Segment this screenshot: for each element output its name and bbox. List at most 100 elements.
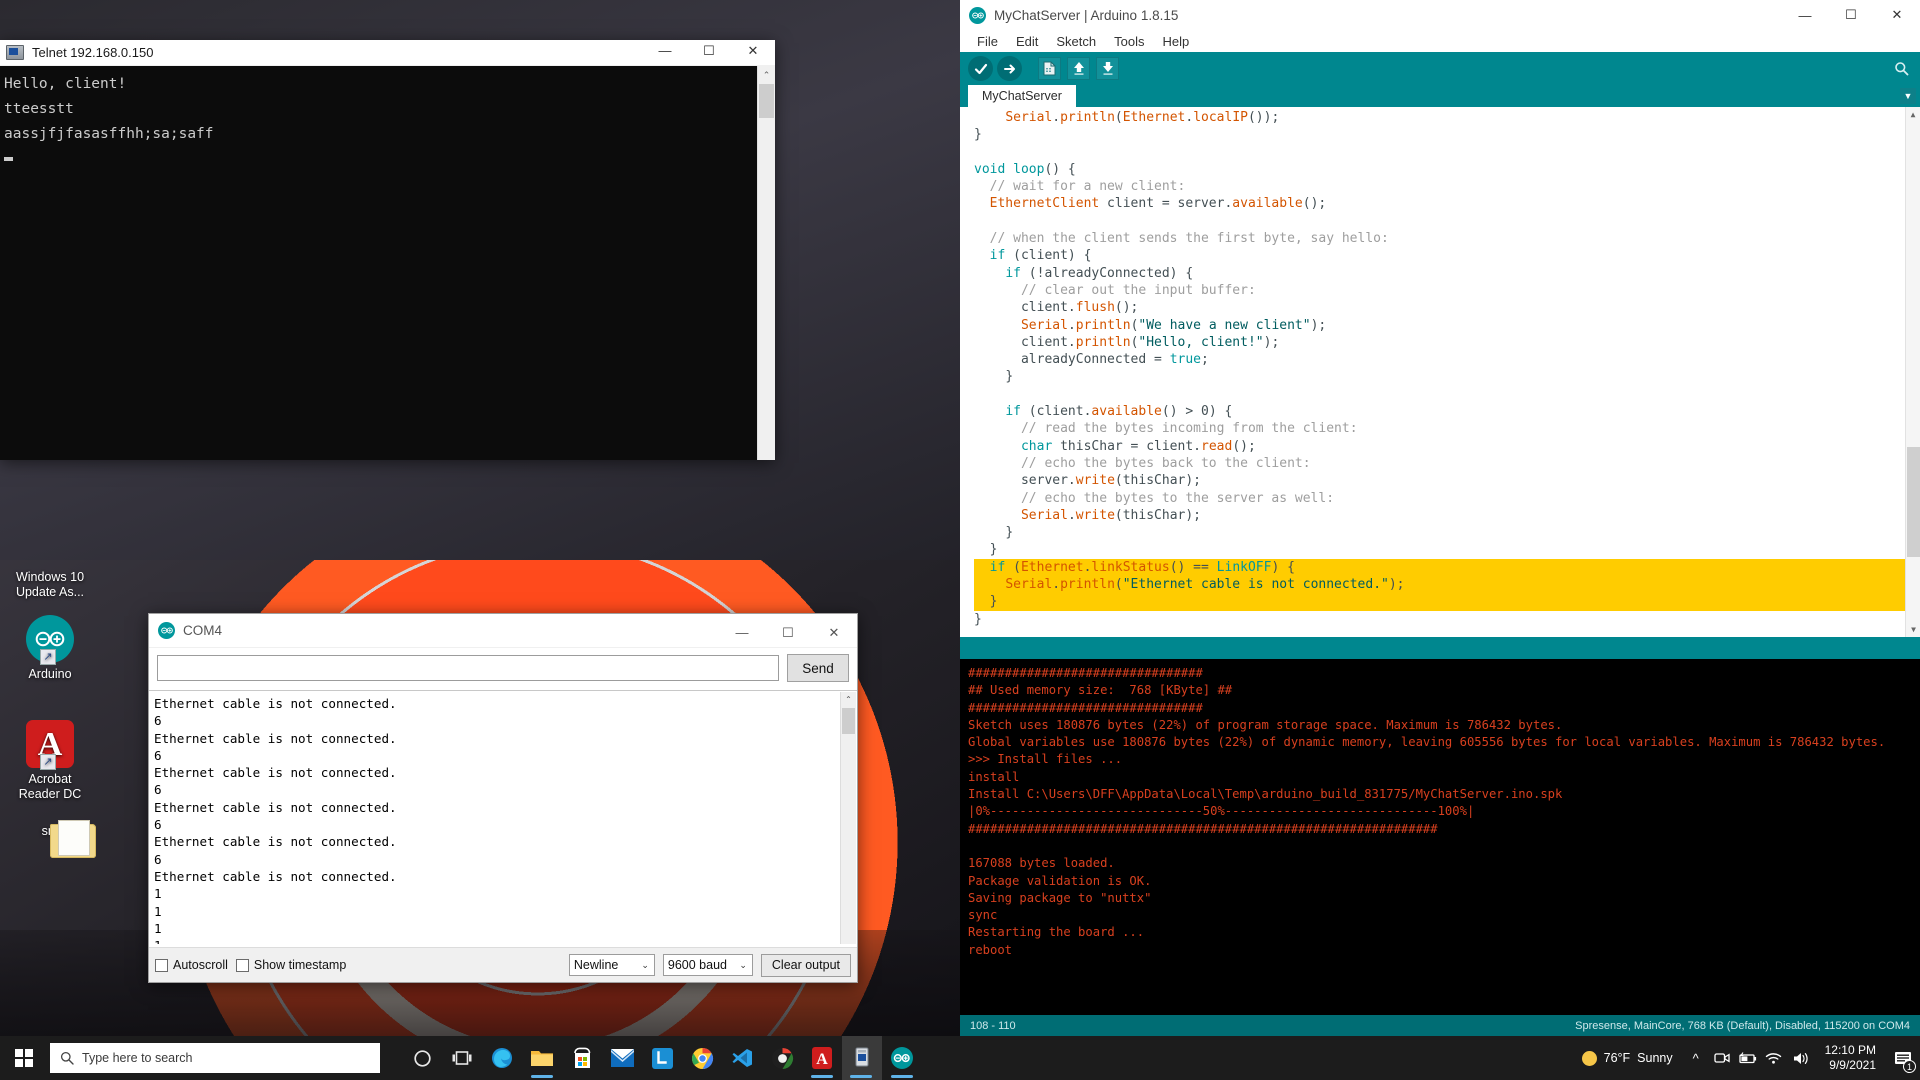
telnet-maximize-button[interactable]: ☐ <box>687 38 731 64</box>
code-line: } <box>1005 369 1014 385</box>
telnet-close-button[interactable]: ✕ <box>731 38 775 64</box>
task-view-icon[interactable] <box>442 1036 482 1080</box>
battery-icon[interactable] <box>1735 1036 1761 1080</box>
search-icon <box>60 1051 74 1065</box>
serial-send-input[interactable] <box>157 655 779 681</box>
scroll-up-arrow-icon[interactable]: ⌃ <box>841 692 856 708</box>
checkbox-box-icon[interactable] <box>155 958 168 972</box>
telnet-scroll-thumb[interactable] <box>759 84 774 118</box>
telnet-title: Telnet 192.168.0.150 <box>32 45 154 60</box>
notification-center-button[interactable]: 1 <box>1886 1036 1920 1080</box>
chrome2-icon[interactable] <box>762 1036 802 1080</box>
chrome-icon[interactable] <box>682 1036 722 1080</box>
new-button[interactable] <box>1038 57 1061 80</box>
editor-scrollbar[interactable]: ▲ ▼ <box>1905 107 1920 637</box>
acrobat-icon[interactable]: A <box>802 1036 842 1080</box>
clear-output-button[interactable]: Clear output <box>760 953 851 977</box>
code-line: EthernetClient client = server.available… <box>989 196 1327 212</box>
ide-maximize-button[interactable]: ☐ <box>1828 0 1874 30</box>
scroll-down-arrow-icon[interactable]: ▼ <box>1906 622 1920 637</box>
code-line: Serial.println("Ethernet cable is not co… <box>974 576 1920 594</box>
code-line: Serial.write(thisChar); <box>1020 507 1201 523</box>
serial-minimize-button[interactable]: — <box>719 616 765 650</box>
cortana-icon[interactable] <box>402 1036 442 1080</box>
ide-console-output[interactable]: ################################ ## Used… <box>960 659 1920 1015</box>
camera-icon[interactable] <box>1709 1036 1735 1080</box>
weather-temperature: 76°F <box>1603 1051 1631 1065</box>
save-button[interactable] <box>1096 57 1119 80</box>
open-button[interactable] <box>1067 57 1090 80</box>
desktop-icon-windows-update[interactable]: Windows 10 Update As... <box>0 570 100 600</box>
wifi-icon[interactable] <box>1761 1036 1787 1080</box>
arduino-taskbar-icon[interactable] <box>882 1036 922 1080</box>
weather-widget[interactable]: 76°F Sunny <box>1572 1050 1683 1066</box>
microsoft-store-icon[interactable] <box>562 1036 602 1080</box>
autoscroll-checkbox[interactable]: Autoscroll <box>155 958 228 972</box>
verify-button[interactable] <box>968 56 993 81</box>
code-content[interactable]: Serial.println(Ethernet.localIP());} voi… <box>960 107 1920 628</box>
code-line: // wait for a new client: <box>989 179 1186 195</box>
file-explorer-icon[interactable] <box>522 1036 562 1080</box>
ide-titlebar[interactable]: MyChatServer | Arduino 1.8.15 — ☐ ✕ <box>960 0 1920 30</box>
serial-output-scrollbar[interactable]: ⌃ <box>840 692 856 944</box>
menu-sketch[interactable]: Sketch <box>1047 32 1105 51</box>
arrow-right-icon <box>1003 64 1015 73</box>
taskbar-clock[interactable]: 12:10 PM 9/9/2021 <box>1815 1043 1886 1073</box>
menu-file[interactable]: File <box>968 32 1007 51</box>
code-line: if (!alreadyConnected) { <box>1005 265 1194 281</box>
system-tray: 76°F Sunny ^ 12:10 PM 9/9/2021 1 <box>1572 1036 1920 1080</box>
telnet-taskbar-icon[interactable] <box>842 1036 882 1080</box>
tab-dropdown-button[interactable]: ▼ <box>1900 88 1916 104</box>
scroll-up-arrow-icon[interactable]: ▲ <box>1906 107 1920 122</box>
ide-code-editor[interactable]: Serial.println(Ethernet.localIP());} voi… <box>960 107 1920 637</box>
menu-help[interactable]: Help <box>1153 32 1198 51</box>
upload-button[interactable] <box>997 56 1022 81</box>
baud-rate-select[interactable]: 9600 baud ⌄ <box>662 954 753 976</box>
notification-badge: 1 <box>1903 1060 1916 1073</box>
menu-edit[interactable]: Edit <box>1007 32 1047 51</box>
volume-icon[interactable] <box>1787 1036 1815 1080</box>
line-ending-select[interactable]: Newline ⌄ <box>568 954 655 976</box>
ide-close-button[interactable]: ✕ <box>1874 0 1920 30</box>
serial-send-button[interactable]: Send <box>787 654 849 682</box>
code-line: if (Ethernet.linkStatus() == LinkOFF) { <box>974 558 1920 577</box>
telnet-scrollbar[interactable]: ⌃ <box>757 66 775 460</box>
arduino-ide-window[interactable]: MyChatServer | Arduino 1.8.15 — ☐ ✕ File… <box>960 0 1920 1036</box>
checkbox-box-icon[interactable] <box>235 958 249 972</box>
code-line: } <box>989 542 998 558</box>
line-icon[interactable] <box>642 1036 682 1080</box>
arduino-icon <box>158 622 175 639</box>
edge-icon[interactable] <box>482 1036 522 1080</box>
serial-monitor-window[interactable]: COM4 — ☐ ✕ Send Ethernet cable is not co… <box>148 613 858 983</box>
telnet-window[interactable]: Telnet 192.168.0.150 — ☐ ✕ Hello, client… <box>0 40 775 460</box>
desktop-icon-arduino[interactable]: ↗ Arduino <box>0 615 100 682</box>
ide-minimize-button[interactable]: — <box>1782 0 1828 30</box>
start-button[interactable] <box>0 1036 48 1080</box>
serial-scroll-thumb[interactable] <box>842 708 855 734</box>
code-line: // read the bytes incoming from the clie… <box>1020 421 1358 437</box>
serial-monitor-button[interactable] <box>1890 58 1912 80</box>
code-line: } <box>974 611 982 627</box>
editor-scroll-thumb[interactable] <box>1907 447 1920 557</box>
code-line: client.println("Hello, client!"); <box>1020 334 1280 350</box>
search-input[interactable]: Type here to search <box>50 1043 380 1073</box>
desktop-icon-acrobat[interactable]: A ↗ Acrobat Reader DC <box>0 720 100 802</box>
telnet-titlebar[interactable]: Telnet 192.168.0.150 — ☐ ✕ <box>0 40 775 66</box>
serial-maximize-button[interactable]: ☐ <box>765 616 811 650</box>
telnet-minimize-button[interactable]: — <box>643 38 687 64</box>
serial-close-button[interactable]: ✕ <box>811 616 857 650</box>
mail-icon[interactable] <box>602 1036 642 1080</box>
tray-expand-chevron-icon[interactable]: ^ <box>1683 1036 1709 1080</box>
scroll-up-arrow-icon[interactable]: ⌃ <box>758 66 775 84</box>
serial-monitor-titlebar[interactable]: COM4 — ☐ ✕ <box>149 614 857 648</box>
tab-mychatserver[interactable]: MyChatServer <box>968 85 1076 107</box>
telnet-line: Hello, client! <box>4 76 127 92</box>
desktop-icon-src-folder[interactable]: src <box>0 820 100 839</box>
autoscroll-label: Autoscroll <box>173 958 228 972</box>
menu-tools[interactable]: Tools <box>1105 32 1153 51</box>
telnet-line: aassjfjfasasffhh;sa;saff <box>4 126 214 142</box>
vscode-icon[interactable] <box>722 1036 762 1080</box>
telnet-output[interactable]: Hello, client! tteesstt aassjfjfasasffhh… <box>0 66 775 460</box>
serial-output-area[interactable]: Ethernet cable is not connected. 6 Ether… <box>150 692 840 944</box>
show-timestamp-checkbox[interactable]: Show timestamp <box>235 958 346 972</box>
